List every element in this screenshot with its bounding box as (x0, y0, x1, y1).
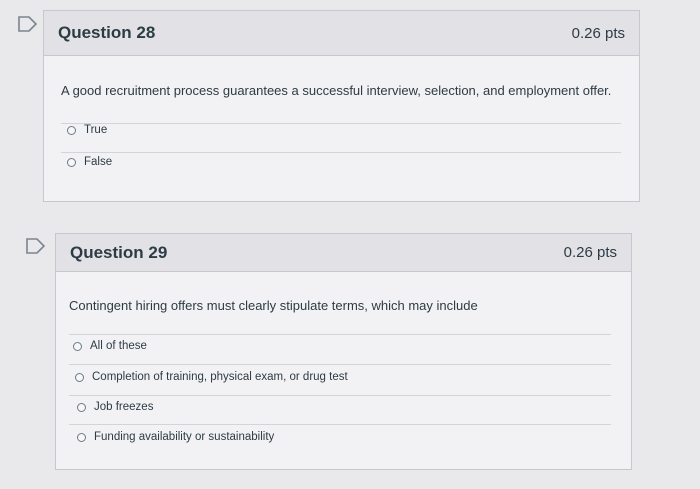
answer-label: Job freezes (94, 401, 154, 413)
answer-option-job-freezes[interactable]: Job freezes (77, 401, 153, 413)
radio-button[interactable] (77, 432, 86, 442)
question-text: A good recruitment process guarantees a … (61, 83, 612, 98)
question-points: 0.26 pts (571, 24, 625, 42)
divider (61, 123, 621, 124)
answer-option-completion-of-training[interactable]: Completion of training, physical exam, o… (75, 371, 348, 383)
question-title: Question 29 (70, 242, 168, 262)
divider (69, 334, 611, 335)
question-title: Question 28 (58, 23, 156, 42)
question-header: Question 29 0.26 pts (56, 234, 631, 272)
question-card-29: Question 29 0.26 pts Contingent hiring o… (55, 233, 632, 470)
radio-button[interactable] (75, 372, 84, 382)
divider (69, 364, 611, 365)
answer-label: Completion of training, physical exam, o… (92, 371, 348, 383)
answer-option-false[interactable]: False (67, 156, 112, 168)
answer-label: False (84, 156, 113, 168)
radio-button[interactable] (73, 341, 82, 351)
question-card-28: Question 28 0.26 pts A good recruitment … (43, 10, 640, 202)
divider (61, 152, 621, 153)
radio-button[interactable] (77, 402, 86, 412)
radio-button[interactable] (67, 157, 76, 167)
answer-label: True (84, 124, 108, 136)
question-text: Contingent hiring offers must clearly st… (69, 298, 478, 313)
flag-bookmark-icon[interactable] (25, 237, 47, 255)
radio-button[interactable] (67, 125, 76, 135)
answer-label: All of these (90, 340, 147, 352)
answer-option-all-of-these[interactable]: All of these (73, 340, 147, 352)
question-points: 0.26 pts (563, 244, 617, 261)
answer-label: Funding availability or sustainability (94, 431, 275, 443)
divider (69, 395, 611, 396)
answer-option-funding-availability[interactable]: Funding availability or sustainability (77, 431, 274, 443)
answer-option-true[interactable]: True (67, 124, 107, 136)
divider (69, 424, 611, 425)
flag-bookmark-icon[interactable] (17, 15, 39, 33)
question-header: Question 28 0.26 pts (44, 11, 639, 56)
